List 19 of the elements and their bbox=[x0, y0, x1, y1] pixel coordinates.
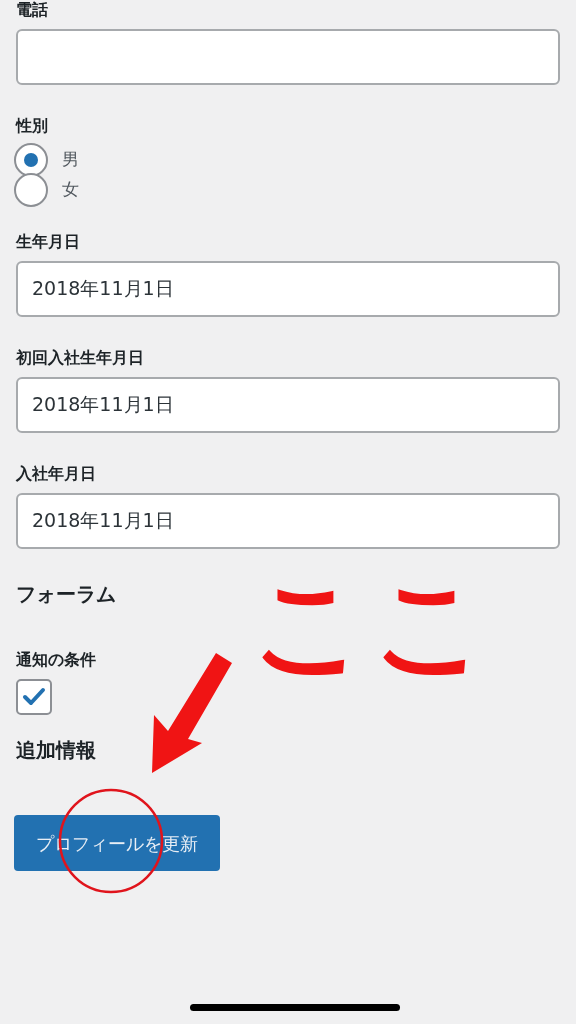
field-label: 電話 bbox=[16, 0, 49, 21]
radio-button[interactable] bbox=[14, 173, 48, 207]
section-heading: フォーラム bbox=[16, 581, 117, 608]
input-field[interactable]: 2018年11月1日 bbox=[16, 493, 560, 549]
radio-label: 女 bbox=[62, 178, 79, 202]
input-field[interactable]: 2018年11月1日 bbox=[16, 377, 560, 433]
field-label: 性別 bbox=[16, 115, 49, 137]
annotation-text: ここ bbox=[252, 559, 494, 692]
field-label: 入社年月日 bbox=[16, 463, 97, 485]
field-label: 初回入社生年月日 bbox=[16, 347, 145, 369]
radio-label: 男 bbox=[62, 148, 79, 172]
radio-button[interactable] bbox=[14, 143, 48, 177]
field-label: 通知の条件 bbox=[16, 649, 97, 671]
input-field[interactable]: 2018年11月1日 bbox=[16, 261, 560, 317]
field-label: 生年月日 bbox=[16, 231, 81, 253]
input-field[interactable] bbox=[16, 29, 560, 85]
check-icon bbox=[22, 687, 46, 707]
checkbox[interactable] bbox=[16, 679, 52, 715]
section-heading: 追加情報 bbox=[16, 737, 97, 764]
